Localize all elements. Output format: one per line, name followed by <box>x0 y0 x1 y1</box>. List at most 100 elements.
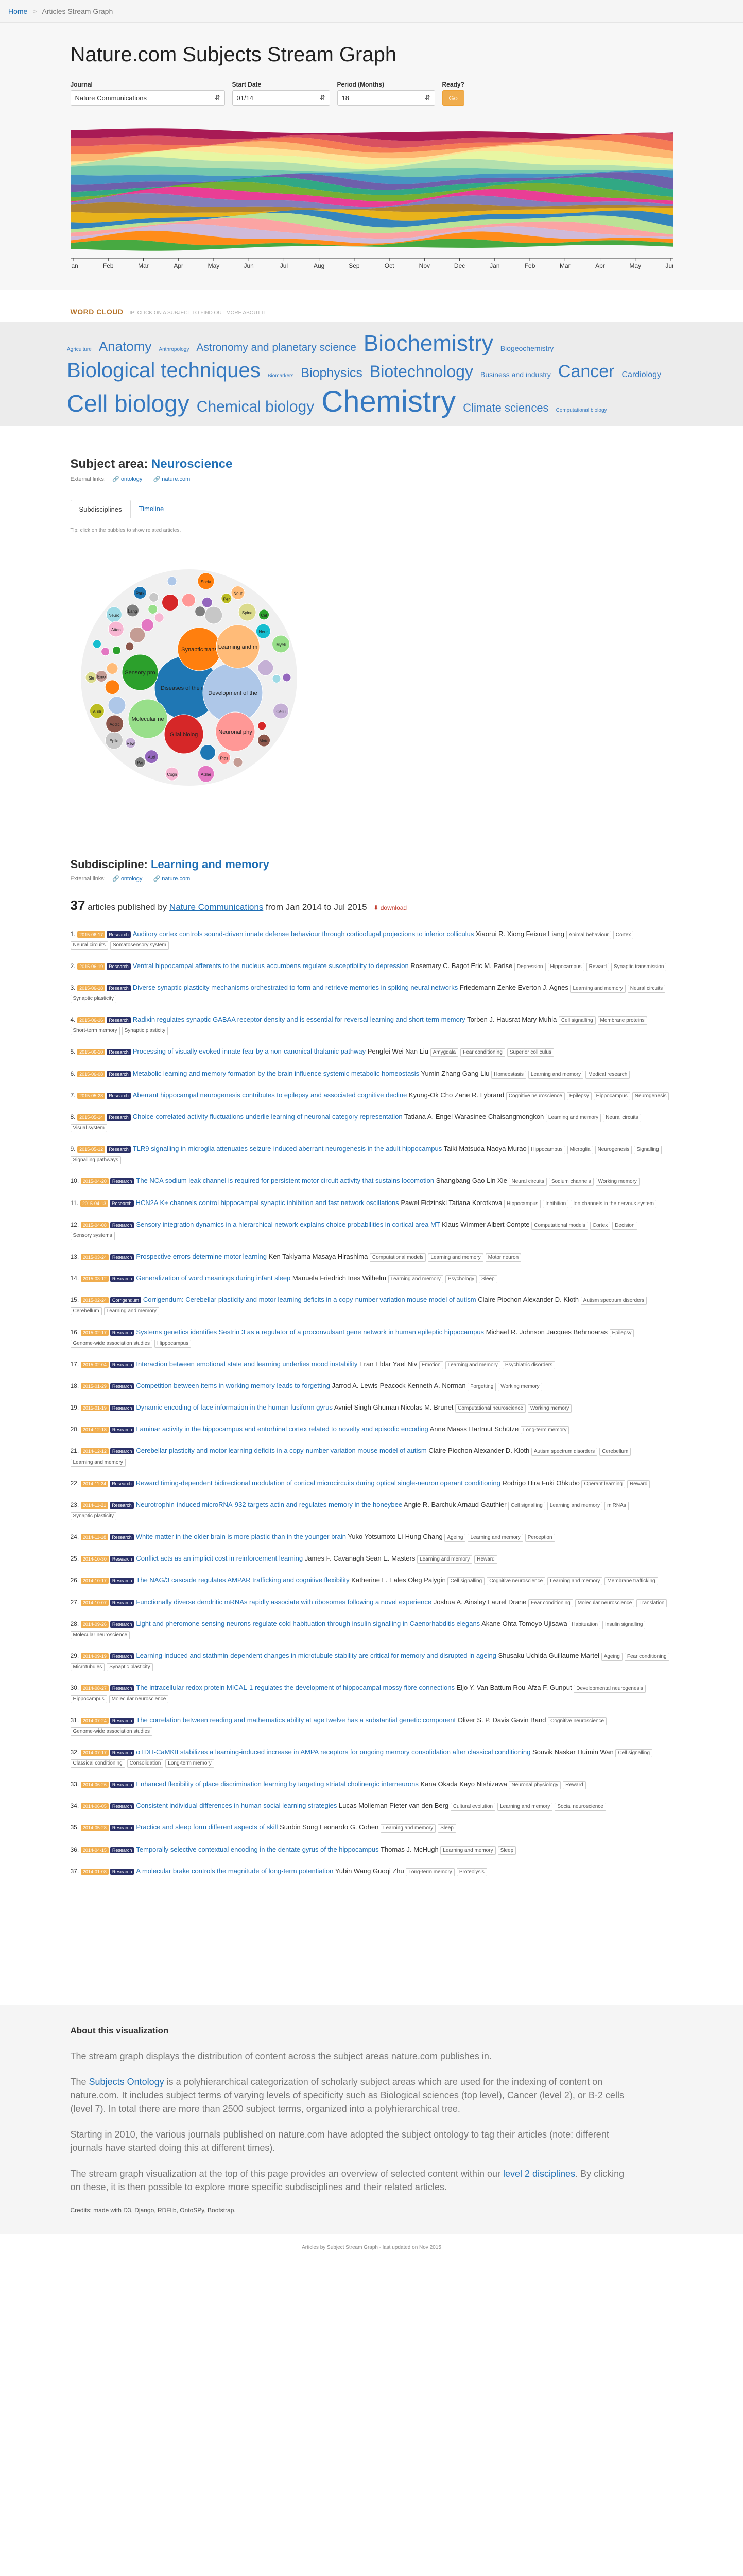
article-tag[interactable]: Emotion <box>419 1361 443 1369</box>
wordcloud-word[interactable]: Cancer <box>558 361 615 383</box>
article-title-link[interactable]: Functionally diverse dendritic mRNAs rap… <box>136 1598 431 1606</box>
article-tag[interactable]: Cell signalling <box>558 1016 596 1025</box>
article-tag[interactable]: Insulin signalling <box>602 1620 646 1629</box>
article-title-link[interactable]: Aberrant hippocampal neurogenesis contri… <box>133 1091 407 1099</box>
nature-link[interactable]: 🔗 nature.com <box>153 476 195 482</box>
article-tag[interactable]: Genome-wide association studies <box>70 1339 153 1348</box>
article-tag[interactable]: Long-term memory <box>520 1426 569 1435</box>
article-title-link[interactable]: The NAG/3 cascade regulates AMPAR traffi… <box>136 1576 349 1584</box>
article-tag[interactable]: Learning and memory <box>545 1113 601 1122</box>
article-title-link[interactable]: Ventral hippocampal afferents to the nuc… <box>133 962 409 970</box>
article-title-link[interactable]: Competition between items in working mem… <box>136 1382 330 1389</box>
article-title-link[interactable]: Corrigendum: Cerebellar plasticity and m… <box>143 1296 476 1303</box>
subdiscipline-bubble[interactable] <box>161 594 179 611</box>
article-tag[interactable]: Perception <box>525 1534 555 1543</box>
subdiscipline-bubble[interactable] <box>204 606 222 624</box>
article-title-link[interactable]: Conflict acts as an implicit cost in rei… <box>136 1554 303 1562</box>
article-tag[interactable]: Ageing <box>601 1652 623 1661</box>
wordcloud-word[interactable]: Chemistry <box>321 383 456 421</box>
article-title-link[interactable]: Neurotrophin-induced microRNA-932 target… <box>136 1501 402 1509</box>
article-title-link[interactable]: Temporally selective contextual encoding… <box>136 1845 378 1853</box>
wordcloud-word[interactable]: Chemical biology <box>197 397 314 417</box>
article-tag[interactable]: Neural circuits <box>70 941 108 950</box>
tab-subdisciplines[interactable]: Subdisciplines <box>70 499 131 518</box>
tab-timeline[interactable]: Timeline <box>131 500 172 518</box>
subdiscipline-bubble[interactable] <box>257 659 273 676</box>
subdiscipline-bubble[interactable] <box>167 575 177 586</box>
article-tag[interactable]: Cortex <box>613 930 634 939</box>
article-tag[interactable]: Sleep <box>479 1275 497 1284</box>
nature-link[interactable]: 🔗 nature.com <box>153 876 195 882</box>
level2-disciplines-link[interactable]: level 2 disciplines <box>503 2168 575 2179</box>
journal-select[interactable]: Nature Communications ⇵ <box>70 90 225 106</box>
article-tag[interactable]: Psychiatric disorders <box>502 1361 556 1369</box>
article-tag[interactable]: Synaptic plasticity <box>122 1027 168 1036</box>
subdiscipline-bubble[interactable] <box>199 744 216 760</box>
article-tag[interactable]: Signalling pathways <box>70 1156 121 1165</box>
article-tag[interactable]: Learning and memory <box>547 1577 603 1586</box>
start-date-select[interactable]: 01/14 ⇵ <box>232 90 330 106</box>
article-tag[interactable]: Learning and memory <box>103 1307 159 1316</box>
subdiscipline-bubble[interactable] <box>257 721 266 730</box>
article-title-link[interactable]: HCN2A K+ channels control hippocampal sy… <box>136 1199 399 1207</box>
article-tag[interactable]: Neuronal physiology <box>509 1781 561 1790</box>
article-tag[interactable]: Superior colliculus <box>507 1048 554 1057</box>
article-title-link[interactable]: The intracellular redox protein MICAL-1 … <box>136 1684 455 1691</box>
article-tag[interactable]: Sleep <box>438 1824 456 1833</box>
article-title-link[interactable]: Dynamic encoding of face information in … <box>136 1403 333 1411</box>
article-tag[interactable]: Learning and memory <box>547 1501 603 1510</box>
subdiscipline-bubble[interactable] <box>194 605 205 617</box>
article-tag[interactable]: Long-term memory <box>406 1868 455 1876</box>
article-tag[interactable]: Signalling <box>634 1146 662 1155</box>
wordcloud-word[interactable]: Anatomy <box>99 338 152 355</box>
subdiscipline-bubble[interactable] <box>181 593 196 607</box>
article-tag[interactable]: Consolidation <box>127 1759 164 1768</box>
article-tag[interactable]: Synaptic transmission <box>611 962 667 971</box>
article-tag[interactable]: Cerebellum <box>599 1448 631 1456</box>
article-tag[interactable]: Neural circuits <box>627 984 666 993</box>
article-tag[interactable]: Microglia <box>567 1146 593 1155</box>
article-title-link[interactable]: The NCA sodium leak channel is required … <box>136 1177 434 1184</box>
article-tag[interactable]: Synaptic plasticity <box>107 1663 153 1672</box>
article-tag[interactable]: Medical research <box>585 1070 630 1079</box>
article-tag[interactable]: Learning and memory <box>388 1275 443 1284</box>
article-tag[interactable]: Reward <box>474 1555 497 1564</box>
article-tag[interactable]: Computational models <box>531 1221 588 1230</box>
article-tag[interactable]: Synaptic plasticity <box>70 1512 116 1520</box>
article-tag[interactable]: Neurogenesis <box>595 1146 632 1155</box>
subdiscipline-bubble[interactable] <box>201 597 213 608</box>
article-tag[interactable]: Somatosensory system <box>110 941 169 950</box>
article-tag[interactable]: Learning and memory <box>380 1824 436 1833</box>
subdiscipline-bubble[interactable] <box>112 646 121 655</box>
article-tag[interactable]: Membrane trafficking <box>604 1577 658 1586</box>
article-tag[interactable]: Neural circuits <box>603 1113 641 1122</box>
article-tag[interactable]: Hippocampus <box>528 1146 565 1155</box>
article-tag[interactable]: Learning and memory <box>428 1253 483 1262</box>
article-tag[interactable]: Visual system <box>70 1124 108 1133</box>
article-tag[interactable]: Microtubules <box>70 1663 105 1672</box>
period-select[interactable]: 18 ⇵ <box>337 90 435 106</box>
article-tag[interactable]: Hippocampus <box>70 1695 107 1704</box>
subjects-ontology-link[interactable]: Subjects Ontology <box>89 2077 164 2087</box>
article-tag[interactable]: Membrane proteins <box>597 1016 647 1025</box>
article-tag[interactable]: Cell signalling <box>447 1577 485 1586</box>
article-tag[interactable]: Habituation <box>569 1620 600 1629</box>
article-title-link[interactable]: Generalization of word meanings during i… <box>136 1274 290 1282</box>
article-tag[interactable]: Forgetting <box>468 1383 496 1392</box>
wordcloud-word[interactable]: Cell biology <box>67 389 189 419</box>
wordcloud-word[interactable]: Anthropology <box>159 347 189 353</box>
wordcloud-word[interactable]: Computational biology <box>556 408 607 414</box>
article-tag[interactable]: Cerebellum <box>70 1307 102 1316</box>
article-tag[interactable]: Animal behaviour <box>566 930 611 939</box>
article-tag[interactable]: Hippocampus <box>154 1339 192 1348</box>
subdiscipline-bubble[interactable] <box>154 612 164 622</box>
article-title-link[interactable]: TLR9 signalling in microglia attenuates … <box>133 1145 442 1153</box>
article-tag[interactable]: Long-term memory <box>165 1759 214 1768</box>
wordcloud-word[interactable]: Biomarkers <box>268 373 294 380</box>
subdiscipline-bubble[interactable] <box>147 604 158 614</box>
article-title-link[interactable]: Interaction between emotional state and … <box>136 1360 357 1368</box>
article-tag[interactable]: Motor neuron <box>485 1253 522 1262</box>
wordcloud-word[interactable]: Biophysics <box>301 365 362 381</box>
wordcloud-word[interactable]: Biochemistry <box>364 329 493 358</box>
article-tag[interactable]: Social neuroscience <box>555 1803 606 1811</box>
